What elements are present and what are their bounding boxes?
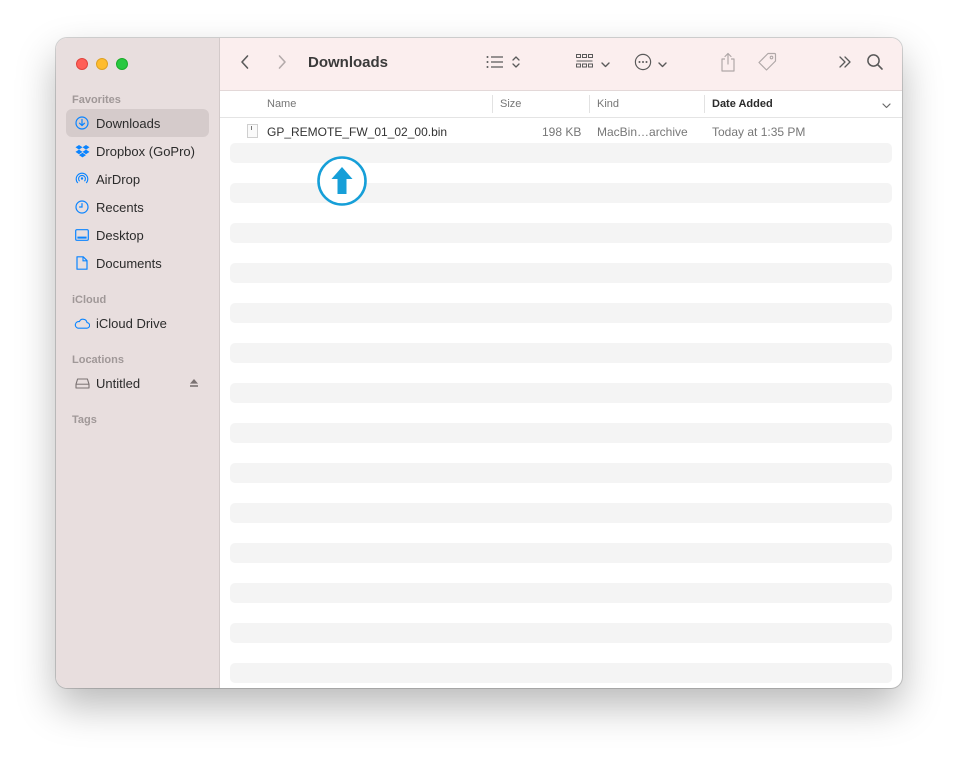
sidebar-item-untitled[interactable]: Untitled — [66, 369, 209, 397]
up-down-chevron-icon — [512, 55, 520, 74]
column-divider[interactable] — [492, 95, 493, 113]
download-circle-icon — [74, 115, 90, 131]
cloud-icon — [74, 315, 90, 331]
sidebar-item-label: Dropbox (GoPro) — [96, 143, 195, 159]
close-button[interactable] — [76, 58, 88, 70]
airdrop-icon — [74, 171, 90, 187]
tag-button[interactable] — [756, 52, 778, 74]
empty-row — [230, 543, 892, 563]
sort-chevron-down-icon[interactable] — [882, 100, 891, 112]
sidebar-item-desktop[interactable]: Desktop — [66, 221, 209, 249]
search-icon — [866, 53, 884, 76]
forward-button[interactable] — [277, 54, 287, 74]
chevron-down-icon — [601, 55, 610, 73]
file-size: 198 KB — [542, 125, 582, 139]
sidebar-item-recents[interactable]: Recents — [66, 193, 209, 221]
sidebar-item-label: Untitled — [96, 375, 141, 391]
empty-row — [230, 343, 892, 363]
column-size[interactable]: Size — [500, 98, 521, 110]
column-divider[interactable] — [589, 95, 590, 113]
action-button[interactable] — [634, 53, 667, 76]
back-button[interactable] — [240, 54, 250, 74]
chevron-right-icon — [277, 54, 287, 75]
column-divider[interactable] — [704, 95, 705, 113]
sidebar-item-documents[interactable]: Documents — [66, 249, 209, 277]
file-kind: MacBin…archive — [597, 125, 688, 139]
sidebar-item-dropbox[interactable]: Dropbox (GoPro) — [66, 137, 209, 165]
upload-arrow-circle-icon — [317, 156, 367, 206]
column-name[interactable]: Name — [267, 98, 296, 110]
column-header: Name Size Kind Date Added — [220, 91, 902, 118]
clock-icon — [74, 199, 90, 215]
window-title: Downloads — [308, 54, 389, 71]
toolbar: Downloads — [220, 38, 902, 91]
sidebar-item-label: Documents — [96, 255, 162, 271]
column-date-added[interactable]: Date Added — [712, 98, 773, 110]
table-row[interactable]: GP_REMOTE_FW_01_02_00.bin 198 KB MacBin…… — [230, 122, 892, 142]
group-button[interactable] — [576, 53, 610, 75]
empty-row — [230, 463, 892, 483]
section-tags: Tags — [72, 414, 97, 426]
eject-icon[interactable] — [189, 376, 199, 391]
desktop-icon — [74, 227, 90, 243]
grid-group-icon — [576, 53, 594, 75]
search-button[interactable] — [866, 53, 884, 76]
ellipsis-circle-icon — [634, 53, 652, 76]
double-chevron-right-icon — [838, 55, 852, 74]
sidebar-item-icloud-drive[interactable]: iCloud Drive — [66, 309, 209, 337]
section-favorites: Favorites — [72, 94, 121, 106]
disk-icon — [74, 375, 90, 391]
sidebar-item-label: Recents — [96, 199, 144, 215]
empty-row — [230, 263, 892, 283]
empty-row — [230, 583, 892, 603]
empty-row — [230, 383, 892, 403]
column-kind[interactable]: Kind — [597, 98, 619, 110]
empty-row — [230, 623, 892, 643]
document-icon — [74, 255, 90, 271]
section-locations: Locations — [72, 354, 124, 366]
tag-icon — [756, 51, 778, 78]
file-icon — [247, 124, 258, 138]
empty-row — [230, 503, 892, 523]
chevron-left-icon — [240, 54, 250, 75]
list-view-icon — [486, 55, 504, 74]
share-button[interactable] — [720, 52, 736, 77]
share-icon — [720, 52, 736, 77]
sidebar-item-label: Desktop — [96, 227, 144, 243]
finder-window: Favorites Downloads Dropbox (GoPro) AirD… — [56, 38, 902, 688]
sidebar-item-downloads[interactable]: Downloads — [66, 109, 209, 137]
empty-row — [230, 663, 892, 683]
section-icloud: iCloud — [72, 294, 107, 306]
more-toolbar-button[interactable] — [838, 54, 852, 74]
chevron-down-icon — [658, 55, 667, 73]
sidebar: Favorites Downloads Dropbox (GoPro) AirD… — [56, 38, 220, 688]
empty-row — [230, 303, 892, 323]
view-options-button[interactable] — [486, 54, 520, 74]
minimize-button[interactable] — [96, 58, 108, 70]
sidebar-item-label: Downloads — [96, 115, 161, 131]
sidebar-item-label: AirDrop — [96, 171, 141, 187]
dropbox-icon — [74, 143, 90, 159]
sidebar-item-label: iCloud Drive — [96, 315, 167, 331]
zoom-button[interactable] — [116, 58, 128, 70]
empty-row — [230, 423, 892, 443]
sidebar-item-airdrop[interactable]: AirDrop — [66, 165, 209, 193]
file-name: GP_REMOTE_FW_01_02_00.bin — [267, 125, 448, 139]
file-date-added: Today at 1:35 PM — [712, 125, 806, 139]
empty-row — [230, 223, 892, 243]
window-controls — [76, 58, 128, 70]
